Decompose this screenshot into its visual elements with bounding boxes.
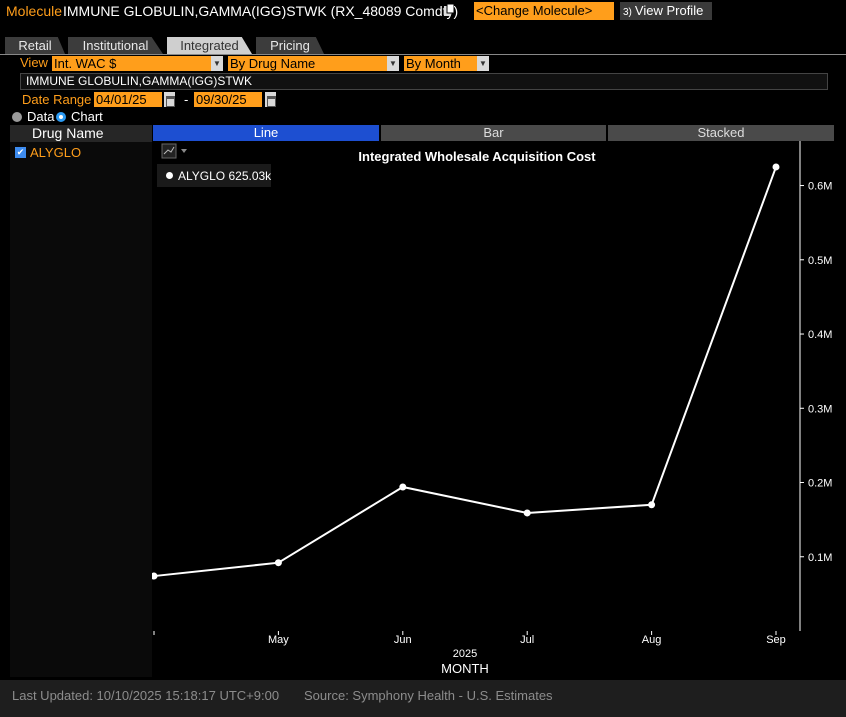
chart-type-line[interactable]: Line: [153, 125, 379, 141]
series-line-alyglo: [153, 166, 777, 578]
y-tick-label: 0.4M: [808, 329, 832, 341]
calendar-icon[interactable]: [164, 92, 175, 107]
chart-radio[interactable]: [56, 112, 66, 122]
molecule-title: IMMUNE GLOBULIN,GAMMA(IGG)STWK (RX_48089…: [63, 3, 459, 19]
molecule-field[interactable]: IMMUNE GLOBULIN,GAMMA(IGG)STWK: [20, 73, 828, 90]
title-label: Molecule: [6, 3, 63, 19]
period-dropdown[interactable]: By Month ▼: [404, 56, 489, 71]
tab-divider: [0, 54, 846, 55]
y-tick-label: 0.6M: [808, 181, 832, 193]
view-profile-button[interactable]: 3) View Profile: [620, 2, 712, 20]
y-tick-label: 0.2M: [808, 478, 832, 490]
calendar-icon[interactable]: [265, 92, 276, 107]
group-by-value: By Drug Name: [230, 56, 316, 71]
data-point: [274, 559, 282, 567]
tab-institutional[interactable]: Institutional: [68, 37, 163, 54]
period-value: By Month: [406, 56, 461, 71]
x-year-label: 2025: [453, 648, 477, 660]
data-point: [772, 163, 780, 171]
chart-type-stacked[interactable]: Stacked: [608, 125, 834, 141]
chevron-down-icon: ▼: [387, 56, 399, 71]
x-axis-label: MONTH: [441, 661, 489, 676]
data-point: [648, 501, 656, 509]
legend-label: ALYGLO 625.03k: [178, 169, 272, 183]
date-separator: -: [184, 92, 189, 107]
chart-type-bar[interactable]: Bar: [381, 125, 606, 141]
y-tick-label: 0.1M: [808, 552, 832, 564]
chevron-down-icon: ▼: [477, 56, 489, 71]
chart-options-icon[interactable]: [161, 143, 191, 159]
legend-marker: [166, 172, 173, 179]
date-range-label: Date Range: [22, 92, 92, 107]
x-tick-label: Aug: [642, 634, 662, 646]
view-dropdown-value: Int. WAC $: [54, 56, 117, 71]
chart-radio-label: Chart: [71, 109, 103, 124]
view-label: View: [20, 55, 48, 70]
change-molecule-button[interactable]: <Change Molecule>: [474, 2, 614, 20]
tab-retail[interactable]: Retail: [5, 37, 65, 54]
last-updated: Last Updated: 10/10/2025 15:18:17 UTC+9:…: [12, 688, 280, 703]
date-start-input[interactable]: 04/01/25: [94, 92, 162, 107]
y-tick-label: 0.3M: [808, 403, 832, 415]
data-radio-label: Data: [27, 109, 55, 124]
chart-title: Integrated Wholesale Acquisition Cost: [358, 149, 596, 164]
view-dropdown[interactable]: Int. WAC $ ▼: [52, 56, 223, 71]
chevron-down-icon: ▼: [211, 56, 223, 71]
data-source: Source: Symphony Health - U.S. Estimates: [304, 688, 553, 703]
checkbox-checked-icon[interactable]: ✔: [15, 147, 26, 158]
data-point: [399, 483, 407, 491]
copy-icon[interactable]: [444, 4, 454, 16]
drug-name-header: Drug Name: [10, 125, 152, 142]
group-by-dropdown[interactable]: By Drug Name ▼: [228, 56, 399, 71]
x-tick-label: May: [268, 634, 289, 646]
drug-item-alyglo[interactable]: ALYGLO: [30, 145, 81, 160]
data-radio[interactable]: [12, 112, 22, 122]
date-end-input[interactable]: 09/30/25: [194, 92, 262, 107]
data-point: [523, 509, 531, 517]
x-tick-label: Sep: [766, 634, 786, 646]
line-chart: Integrated Wholesale Acquisition Cost 0.…: [152, 141, 832, 676]
view-profile-label: View Profile: [634, 3, 704, 18]
drug-list: [10, 142, 152, 677]
data-point: [152, 572, 158, 580]
y-tick-label: 0.5M: [808, 255, 832, 267]
view-profile-number: 3): [623, 7, 632, 18]
tab-integrated[interactable]: Integrated: [167, 37, 252, 54]
tab-pricing[interactable]: Pricing: [256, 37, 324, 54]
x-tick-label: Jun: [394, 634, 412, 646]
x-tick-label: Jul: [520, 634, 534, 646]
